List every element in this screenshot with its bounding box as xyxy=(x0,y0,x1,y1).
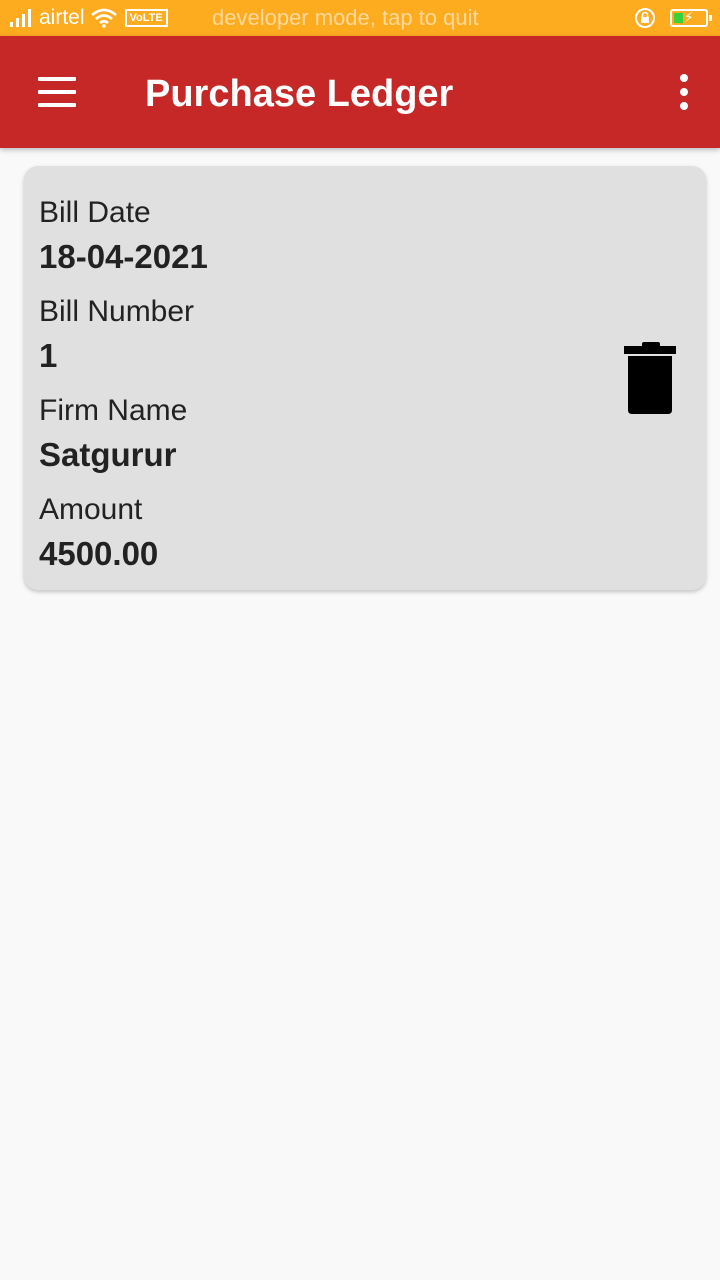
bill-number-label: Bill Number xyxy=(39,295,195,328)
developer-mode-notice[interactable]: developer mode, tap to quit xyxy=(212,0,479,36)
firm-name-value: Satgurur xyxy=(39,436,177,473)
page-title: Purchase Ledger xyxy=(145,73,454,115)
carrier-name: airtel xyxy=(39,6,85,29)
volte-badge: VoLTE xyxy=(124,9,168,27)
amount-value: 4500.00 xyxy=(39,535,159,572)
signal-icon xyxy=(10,9,31,27)
bill-date-value: 18-04-2021 xyxy=(39,238,208,275)
bill-number-value: 1 xyxy=(39,337,58,374)
firm-name-label: Firm Name xyxy=(39,394,188,427)
ledger-entry-card[interactable]: Bill Date 18-04-2021 Bill Number 1 Firm … xyxy=(24,166,706,590)
wifi-icon xyxy=(90,8,117,28)
status-left: airtel VoLTE xyxy=(10,0,168,36)
more-vertical-icon[interactable] xyxy=(672,70,696,114)
status-bar: airtel VoLTE developer mode, tap to quit… xyxy=(0,0,720,36)
app-bar: Purchase Ledger xyxy=(0,36,720,148)
status-right: ⚡ xyxy=(634,0,712,36)
rotation-lock-icon xyxy=(635,8,655,28)
amount-label: Amount xyxy=(39,493,143,526)
battery-charging-icon: ⚡ xyxy=(670,9,712,27)
delete-icon[interactable] xyxy=(620,336,680,420)
bill-date-label: Bill Date xyxy=(39,196,151,229)
hamburger-menu-icon[interactable] xyxy=(28,66,84,118)
